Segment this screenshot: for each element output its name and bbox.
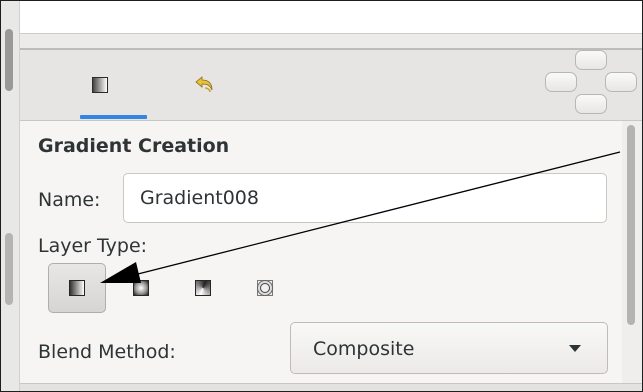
- right-scrollbar[interactable]: [622, 121, 642, 383]
- left-scrollbar-thumb[interactable]: [5, 29, 13, 91]
- chevron-down-icon: [569, 345, 581, 352]
- right-scrollbar-thumb[interactable]: [627, 125, 635, 325]
- tab-history[interactable]: [180, 50, 230, 120]
- layer-type-linear-button[interactable]: [48, 263, 106, 313]
- tab-gradient-editor[interactable]: [75, 50, 125, 120]
- layer-type-radial-button[interactable]: [112, 263, 170, 313]
- name-label: Name:: [38, 189, 101, 211]
- layer-type-spiral-button[interactable]: [236, 263, 294, 313]
- radial-gradient-icon: [133, 280, 149, 296]
- undo-history-icon: [195, 76, 213, 93]
- gradient-name-input[interactable]: [123, 173, 607, 223]
- layer-type-label: Layer Type:: [38, 235, 148, 257]
- spiral-gradient-icon: [257, 280, 273, 296]
- dock-tab-bar: [20, 50, 642, 120]
- layer-type-conical-button[interactable]: [174, 263, 232, 313]
- linear-gradient-icon: [69, 280, 85, 296]
- dock-position-handle[interactable]: [545, 50, 642, 120]
- blend-method-dropdown[interactable]: Composite: [290, 322, 608, 374]
- conical-gradient-icon: [195, 280, 211, 296]
- blend-method-value: Composite: [313, 338, 415, 360]
- gradient-icon: [92, 77, 108, 93]
- left-scrollbar[interactable]: [1, 1, 20, 391]
- panel-separator[interactable]: [20, 34, 642, 48]
- upper-panel-area: [20, 1, 642, 33]
- gradient-creation-panel: Gradient Creation Name: Layer Type: Blen…: [20, 121, 622, 383]
- section-heading: Gradient Creation: [38, 135, 230, 157]
- active-tab-indicator: [80, 115, 147, 119]
- panel-frame: Gradient Creation Name: Layer Type: Blen…: [0, 0, 643, 392]
- bottom-edge: [20, 383, 642, 391]
- left-scrollbar-thumb-lower[interactable]: [5, 233, 13, 305]
- blend-method-label: Blend Method:: [38, 341, 176, 363]
